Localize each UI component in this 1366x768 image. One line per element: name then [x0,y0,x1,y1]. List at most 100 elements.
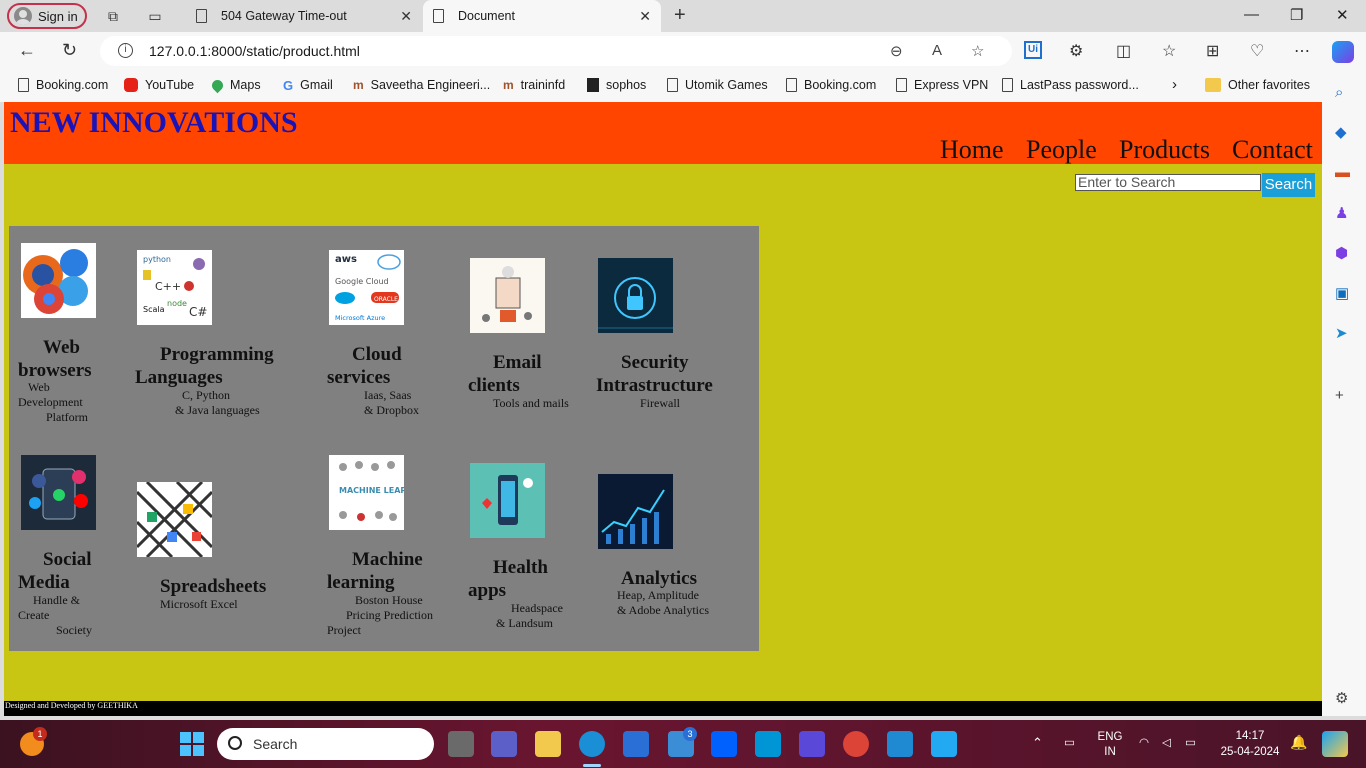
nav-home[interactable]: Home [940,135,1004,165]
file-explorer-icon[interactable] [535,731,561,757]
minimize-icon[interactable]: — [1244,6,1259,23]
shopping-tag-icon[interactable]: ◆ [1335,123,1347,141]
site-icon: m [353,78,364,92]
card-title: Security Intrastructure [596,352,713,396]
outlook-icon[interactable]: ▣ [1335,284,1349,302]
favorite-expressvpn[interactable]: Express VPN [896,78,988,92]
wifi-icon[interactable]: ◠ [1139,735,1149,749]
restore-icon[interactable]: ❐ [1290,6,1303,24]
site-info-icon[interactable]: i [118,43,133,58]
web-browsers-image [21,243,96,318]
nav-products[interactable]: Products [1119,135,1210,165]
dropbox-icon[interactable] [711,731,737,757]
youtube-icon [124,78,138,92]
card-title: Social Media [18,549,92,593]
tab-actions-icon[interactable]: ▭ [146,7,164,25]
doc-icon [786,78,797,92]
favorite-gmail[interactable]: G Gmail [283,78,333,93]
tools-icon[interactable]: ▬ [1335,164,1350,181]
favorite-saveetha[interactable]: m Saveetha Engineeri... [353,78,490,92]
close-tab-icon[interactable]: ✕ [400,8,412,25]
card-description: Headspace & Landsum [496,601,563,630]
taskbar-search[interactable]: Search [217,728,434,760]
svg-text:python: python [143,255,171,264]
card-description: Iaas, Saas & Dropbox [364,388,419,417]
close-window-icon[interactable]: ✕ [1336,6,1349,24]
chevron-up-icon[interactable]: ⌃ [1032,735,1043,751]
zoom-icon[interactable]: ⊖ [890,42,903,60]
favorite-booking[interactable]: Booking.com [18,78,108,92]
nav-contact[interactable]: Contact [1232,135,1313,165]
store-icon[interactable] [623,731,649,757]
photos-icon[interactable] [887,731,913,757]
myhp-icon[interactable] [755,731,781,757]
vscode-icon[interactable] [931,731,957,757]
battery-status-icon[interactable]: ▭ [1185,735,1196,749]
games-icon[interactable]: ♟ [1335,204,1348,222]
tab-document[interactable]: Document ✕ [423,0,661,32]
copilot-preview-icon[interactable] [1322,731,1348,757]
favorites-bar: Booking.com YouTube Maps G Gmail m Saveeth… [0,70,1366,102]
mail-badge: 3 [683,727,697,741]
card-description: Microsoft Excel [160,597,238,611]
favorite-lastpass[interactable]: LastPass password... [1002,78,1139,92]
favorite-traininfd[interactable]: m traininfd [503,78,565,92]
send-icon[interactable]: ➤ [1335,324,1348,342]
favorite-sophos[interactable]: sophos [587,78,646,92]
doc-icon [1002,78,1013,92]
card-title: Machine learning [327,549,423,593]
site-search-input[interactable]: Enter to Search [1075,174,1261,191]
language-indicator[interactable]: ENG IN [1096,730,1124,760]
extensions-icon[interactable]: ⚙ [1069,41,1083,61]
close-tab-icon[interactable]: ✕ [639,8,651,25]
microsoft365-icon[interactable]: ⬢ [1335,244,1348,262]
collections-icon[interactable]: ⊞ [1206,41,1219,61]
nav-people[interactable]: People [1026,135,1097,165]
search-icon[interactable]: ⌕ [1335,84,1343,101]
favorites-icon[interactable]: ☆ [1162,41,1176,61]
read-aloud-icon[interactable]: A [932,42,942,59]
teams-icon[interactable] [491,731,517,757]
new-tab-icon[interactable]: + [674,4,686,27]
back-icon[interactable]: ← [18,40,36,61]
favorite-booking-2[interactable]: Booking.com [786,78,876,92]
clock[interactable]: 14:17 25-04-2024 [1218,728,1282,760]
start-windows-icon[interactable] [180,732,204,756]
site-search-button[interactable]: Search [1262,173,1315,197]
address-bar[interactable]: i 127.0.0.1:8000/static/product.html ⊖ A… [100,36,1012,66]
chrome-icon[interactable] [843,731,869,757]
page-icon [196,9,207,23]
battery-icon[interactable]: ▭ [1064,735,1075,749]
more-menu-icon[interactable]: ⋯ [1294,41,1310,61]
programming-languages-image: python C++ Scala node C# [137,250,212,325]
uipath-extension-icon[interactable]: Ui [1024,41,1042,59]
app-icon[interactable] [799,731,825,757]
azure-logo-text: Microsoft Azure [335,314,385,322]
task-view-icon[interactable] [448,731,474,757]
add-icon[interactable]: + [1335,387,1344,404]
tab-gateway-timeout[interactable]: 504 Gateway Time-out ✕ [186,0,422,32]
site-brand: NEW INNOVATIONS [10,106,298,139]
settings-icon[interactable]: ⚙ [1335,689,1348,707]
svg-text:C++: C++ [155,280,181,293]
notifications-bell-icon[interactable]: 🔔 [1290,734,1307,751]
favorite-utomik[interactable]: Utomik Games [667,78,768,92]
avatar-icon [14,7,32,25]
favorite-maps[interactable]: Maps [209,77,261,93]
site-icon: m [503,78,514,92]
browser-essentials-icon[interactable]: ♡ [1250,41,1264,61]
split-screen-icon[interactable]: ◫ [1116,41,1131,61]
favorite-star-icon[interactable]: ☆ [971,42,984,60]
volume-icon[interactable]: ◁ [1162,735,1171,749]
copilot-icon[interactable] [1332,41,1354,63]
profile-button[interactable]: Sign in [7,3,87,29]
other-favorites-folder[interactable]: Other favorites [1205,78,1310,92]
search-icon [228,736,242,750]
edge-icon[interactable] [579,731,605,757]
refresh-icon[interactable]: ↻ [62,40,77,61]
chevron-right-icon[interactable]: › [1172,76,1177,93]
health-apps-image [470,463,545,538]
url-text[interactable]: 127.0.0.1:8000/static/product.html [149,43,360,59]
workspaces-icon[interactable]: ⧉ [104,7,122,25]
favorite-youtube[interactable]: YouTube [124,78,194,92]
